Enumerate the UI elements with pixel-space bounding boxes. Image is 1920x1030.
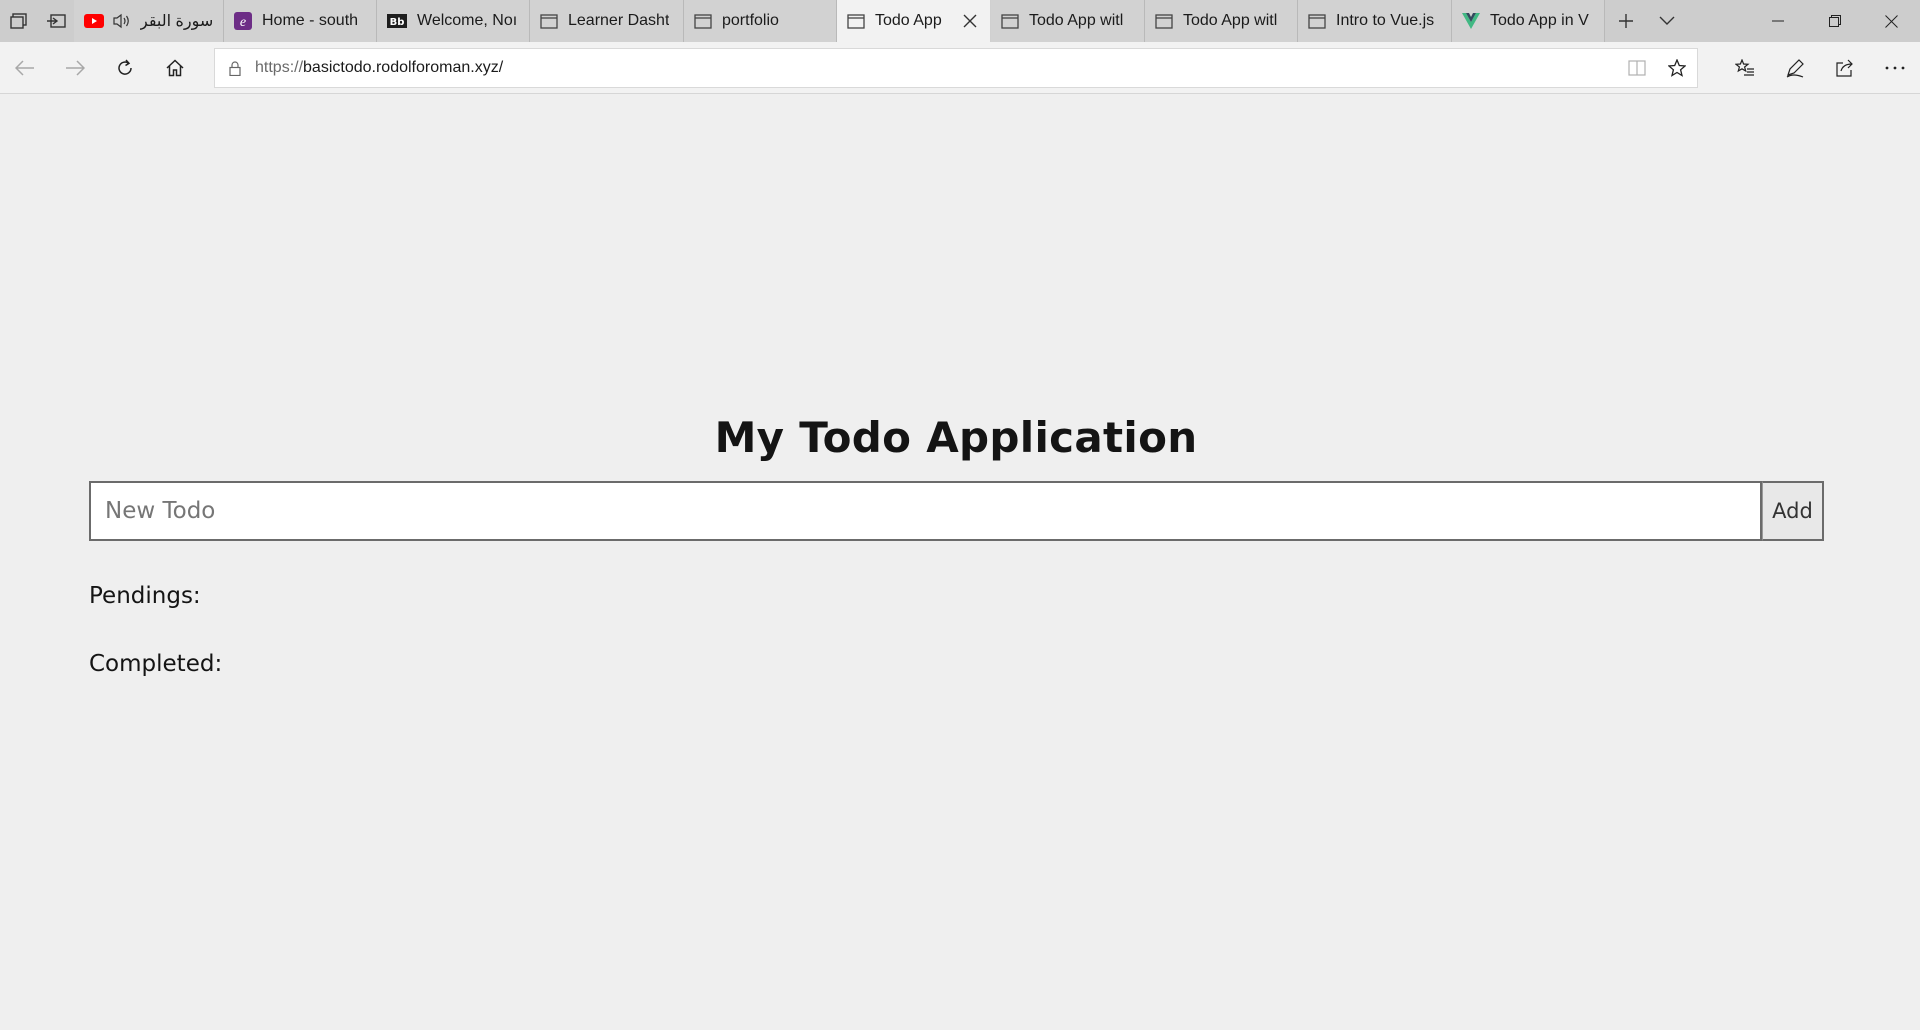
- site-logo-icon: Bb: [387, 14, 407, 28]
- close-tab-button[interactable]: [958, 9, 982, 33]
- navigation-bar: https://basictodo.rodolforoman.xyz/: [0, 42, 1920, 94]
- tab-title: سورة البقر: [140, 13, 214, 30]
- lock-icon[interactable]: [215, 49, 255, 87]
- restore-button[interactable]: [1806, 0, 1863, 42]
- new-todo-form: Add: [89, 481, 1824, 541]
- new-tab-button[interactable]: [1605, 0, 1647, 42]
- tab-todo-app-with-2[interactable]: Todo App witl: [1145, 0, 1298, 42]
- svg-text:Bb: Bb: [390, 17, 405, 28]
- pen-icon: [1786, 59, 1804, 78]
- e-logo-icon: e: [234, 12, 252, 30]
- tab-title: Todo App witl: [1029, 12, 1124, 29]
- chevron-down-icon: [1659, 16, 1675, 25]
- refresh-icon: [118, 58, 132, 75]
- set-aside-icon: [46, 14, 66, 28]
- back-arrow-icon: [15, 59, 34, 76]
- tab-title: portfolio: [722, 12, 779, 29]
- url-host: basictodo.rodolforoman.xyz/: [303, 59, 504, 76]
- back-button[interactable]: [0, 42, 50, 94]
- forward-arrow-icon: [66, 59, 85, 76]
- minimize-button[interactable]: [1749, 0, 1806, 42]
- tab-title: Welcome, Noı: [417, 12, 518, 29]
- tab-actions-icon: [9, 13, 27, 29]
- page-icon: [1155, 13, 1173, 29]
- tab-learner-dashboard[interactable]: Learner Dasht: [530, 0, 684, 42]
- page-icon: [1001, 13, 1019, 29]
- star-icon: [1668, 59, 1686, 77]
- tab-welcome[interactable]: Bb Welcome, Noı: [377, 0, 530, 42]
- close-window-button[interactable]: [1863, 0, 1920, 42]
- close-icon: [1885, 14, 1898, 28]
- completed-heading: Completed:: [89, 651, 223, 677]
- tab-title: Todo App: [875, 12, 942, 29]
- tab-title: Learner Dasht: [568, 12, 670, 29]
- tab-home-south[interactable]: e Home - south: [224, 0, 377, 42]
- url-text[interactable]: https://basictodo.rodolforoman.xyz/: [255, 59, 503, 77]
- app-title: My Todo Application: [714, 413, 1198, 462]
- speaker-icon[interactable]: [112, 13, 132, 29]
- favorite-star-button[interactable]: [1657, 49, 1697, 87]
- reading-view-icon: [1628, 60, 1646, 76]
- home-icon: [166, 58, 184, 76]
- notes-button[interactable]: [1770, 42, 1820, 94]
- tab-actions-button[interactable]: [0, 0, 37, 42]
- home-button[interactable]: [150, 42, 200, 94]
- tab-title: Intro to Vue.js: [1336, 12, 1435, 29]
- youtube-icon: [84, 14, 104, 28]
- tab-title: Home - south: [262, 12, 359, 29]
- favorites-list-icon: [1735, 59, 1754, 76]
- plus-icon: [1619, 14, 1633, 28]
- tab-intro-vuejs[interactable]: Intro to Vue.js: [1298, 0, 1452, 42]
- vue-icon: [1462, 13, 1480, 29]
- favorites-hub-button[interactable]: [1720, 42, 1770, 94]
- tab-todo-app-with-1[interactable]: Todo App witl: [991, 0, 1145, 42]
- forward-button[interactable]: [50, 42, 100, 94]
- set-aside-tabs-button[interactable]: [37, 0, 74, 42]
- page-icon: [847, 13, 865, 29]
- pendings-heading: Pendings:: [89, 583, 201, 609]
- tab-portfolio[interactable]: portfolio: [684, 0, 837, 42]
- tab-todo-app-active[interactable]: Todo App: [837, 0, 991, 42]
- page-content: My Todo Application Add Pendings: Comple…: [0, 95, 1920, 1030]
- add-todo-button[interactable]: Add: [1762, 481, 1824, 541]
- reading-view-button[interactable]: [1617, 49, 1657, 87]
- svg-text:e: e: [240, 15, 246, 30]
- page-icon: [694, 13, 712, 29]
- refresh-button[interactable]: [100, 42, 150, 94]
- address-bar[interactable]: https://basictodo.rodolforoman.xyz/: [214, 48, 1698, 88]
- page-icon: [540, 13, 558, 29]
- share-button[interactable]: [1820, 42, 1870, 94]
- minimize-icon: [1771, 20, 1784, 22]
- url-scheme: https://: [255, 59, 304, 76]
- more-menu-button[interactable]: [1870, 42, 1920, 94]
- share-icon: [1836, 59, 1853, 77]
- new-todo-input[interactable]: [89, 481, 1762, 541]
- tab-quran[interactable]: سورة البقر: [74, 0, 224, 42]
- page-icon: [1308, 13, 1326, 29]
- tab-preview-button[interactable]: [1647, 0, 1687, 42]
- close-icon: [963, 14, 977, 28]
- more-dots-icon: [1885, 66, 1905, 70]
- tab-title: Todo App witl: [1183, 12, 1278, 29]
- restore-icon: [1828, 15, 1841, 27]
- tab-todo-app-in-vue[interactable]: Todo App in V: [1452, 0, 1605, 42]
- tab-strip: سورة البقر e Home - south Bb Welcome, No…: [0, 0, 1920, 42]
- tab-title: Todo App in V: [1490, 12, 1589, 29]
